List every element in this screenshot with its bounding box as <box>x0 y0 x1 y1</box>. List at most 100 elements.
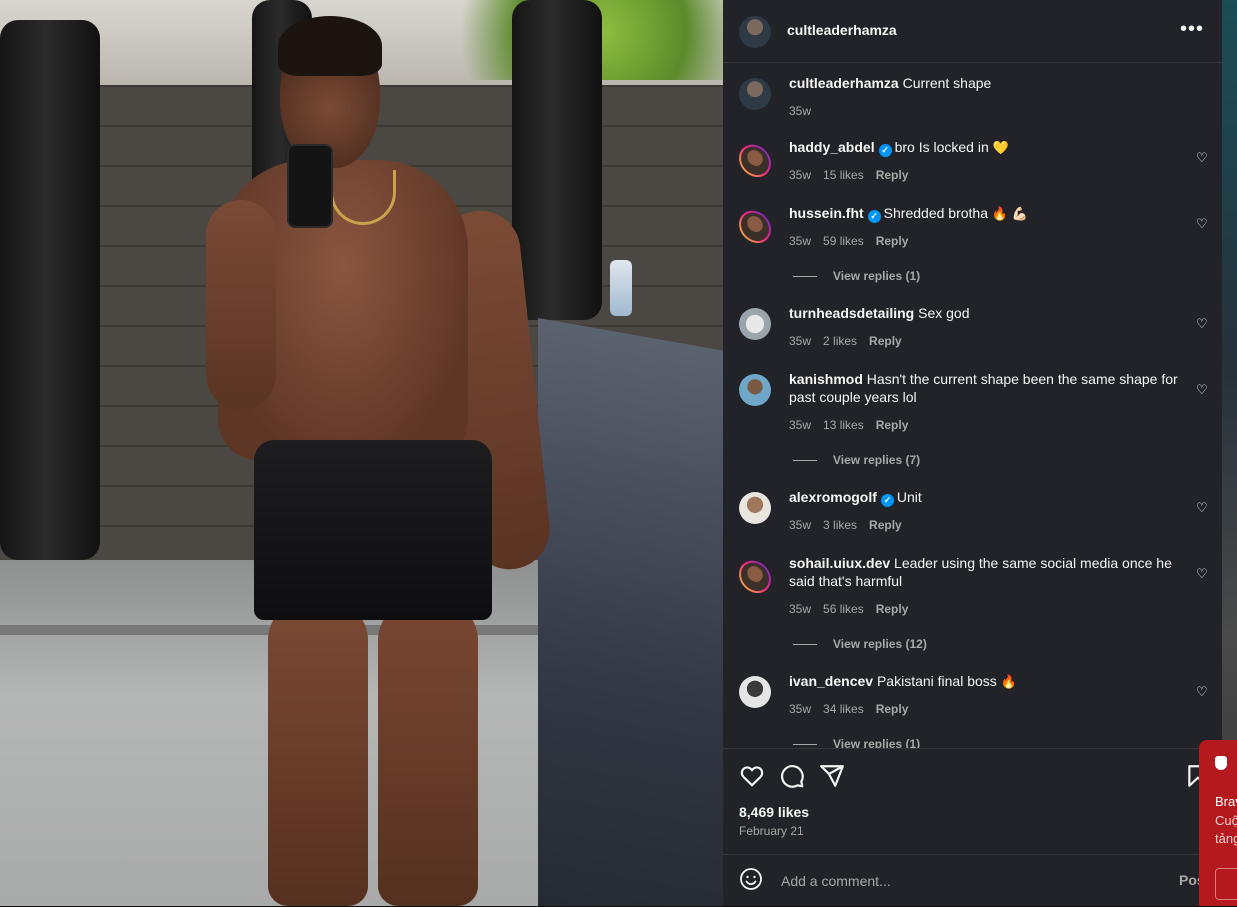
comment-text: bro Is locked in <box>894 139 989 155</box>
comment-composer: Pos <box>723 854 1222 907</box>
post-actions <box>723 748 1222 809</box>
like-heart-icon[interactable] <box>739 763 765 789</box>
comment-like-heart-icon[interactable]: ♡ <box>1196 685 1208 698</box>
popup-text: tảng <box>1215 831 1237 846</box>
post-sidebar: cultleaderhamza ••• cultleaderhamza Curr… <box>723 0 1222 906</box>
comment-body: hussein.fht ✓ Shredded brotha 🔥 💪🏻 <box>789 204 1179 223</box>
caption-username[interactable]: cultleaderhamza <box>789 75 899 91</box>
comment-text: Shredded brotha <box>883 205 988 221</box>
brave-notification-popup[interactable]: Brav Cuộ tảng <box>1199 740 1237 906</box>
comment-likes[interactable]: 15 likes <box>823 168 864 182</box>
comments-list[interactable]: cultleaderhamza Current shape 35w haddy_… <box>723 62 1222 748</box>
commenter-avatar[interactable] <box>739 676 771 708</box>
brave-lion-icon <box>1215 756 1227 770</box>
punching-bag <box>0 20 100 560</box>
person-shorts <box>254 440 492 620</box>
commenter-avatar[interactable] <box>739 492 771 524</box>
comment-time: 35w <box>789 602 812 616</box>
comment-like-heart-icon[interactable]: ♡ <box>1196 217 1208 230</box>
comment-time: 35w <box>789 234 812 248</box>
commenter-avatar[interactable] <box>739 208 771 246</box>
person-hair <box>278 16 382 76</box>
comment-meta: 35w 56 likes Reply <box>789 602 920 616</box>
popup-title: Brav <box>1215 794 1237 809</box>
verified-badge-icon: ✓ <box>867 210 881 223</box>
boxing-ring-apron <box>538 318 723 906</box>
commenter-avatar[interactable] <box>739 558 771 596</box>
comment-likes[interactable]: 59 likes <box>823 234 864 248</box>
reply-button[interactable]: Reply <box>876 234 909 248</box>
popup-button[interactable] <box>1215 868 1237 900</box>
comment-like-heart-icon[interactable]: ♡ <box>1196 501 1208 514</box>
emoji-smiley-icon[interactable] <box>739 867 763 891</box>
commenter-avatar[interactable] <box>739 374 771 406</box>
caption-body: cultleaderhamza Current shape <box>789 74 1179 92</box>
person-leg <box>268 600 368 906</box>
add-comment-input[interactable] <box>779 868 1163 894</box>
reply-button[interactable]: Reply <box>876 418 909 432</box>
comment-like-heart-icon[interactable]: ♡ <box>1196 567 1208 580</box>
comment-body: haddy_abdel ✓ bro Is locked in 💛 <box>789 138 1179 157</box>
comment-text: Sex god <box>918 305 970 321</box>
reply-button[interactable]: Reply <box>876 702 909 716</box>
reply-button[interactable]: Reply <box>876 168 909 182</box>
comment-username[interactable]: alexromogolf <box>789 489 877 505</box>
comment-body: alexromogolf ✓ Unit <box>789 488 1179 507</box>
author-username[interactable]: cultleaderhamza <box>787 22 897 38</box>
commenter-avatar[interactable] <box>739 308 771 340</box>
comment-emoji: 🔥 <box>1000 674 1017 689</box>
view-replies-button[interactable]: View replies (7) <box>793 453 920 467</box>
phone <box>287 144 333 228</box>
popup-text: Cuộ <box>1215 813 1237 828</box>
commenter-avatar[interactable] <box>739 142 771 180</box>
view-replies-button[interactable]: View replies (12) <box>793 637 927 651</box>
comment-likes[interactable]: 56 likes <box>823 602 864 616</box>
author-avatar[interactable] <box>739 78 771 110</box>
post-header: cultleaderhamza ••• <box>723 0 1222 63</box>
comment-username[interactable]: kanishmod <box>789 371 863 387</box>
comment-likes[interactable]: 34 likes <box>823 702 864 716</box>
comment-like-heart-icon[interactable]: ♡ <box>1196 317 1208 330</box>
more-horizontal-icon[interactable]: ••• <box>1180 18 1204 41</box>
comment-username[interactable]: sohail.uiux.dev <box>789 555 890 571</box>
water-bottle <box>610 260 632 316</box>
comment-username[interactable]: haddy_abdel <box>789 139 875 155</box>
likes-count[interactable]: 8,469 likes <box>739 804 809 820</box>
comment-body: ivan_dencev Pakistani final boss 🔥 <box>789 672 1179 691</box>
verified-badge-icon: ✓ <box>880 494 894 507</box>
reply-button[interactable]: Reply <box>869 518 902 532</box>
person-leg <box>378 600 478 906</box>
comment-meta: 35w 13 likes Reply <box>789 418 920 432</box>
reply-button[interactable]: Reply <box>869 334 902 348</box>
post-date: February 21 <box>739 824 804 838</box>
comment-likes[interactable]: 2 likes <box>823 334 857 348</box>
comment-meta: 35w 34 likes Reply <box>789 702 920 716</box>
comment-likes[interactable]: 13 likes <box>823 418 864 432</box>
comment-like-heart-icon[interactable]: ♡ <box>1196 383 1208 396</box>
comment-username[interactable]: hussein.fht <box>789 205 864 221</box>
view-replies-button[interactable]: View replies (1) <box>793 269 920 283</box>
comment-username[interactable]: ivan_dencev <box>789 673 873 689</box>
reply-button[interactable]: Reply <box>876 602 909 616</box>
author-avatar[interactable] <box>739 16 771 48</box>
comment-body: turnheadsdetailing Sex god <box>789 304 1179 322</box>
caption-time: 35w <box>789 104 812 118</box>
comment-time: 35w <box>789 418 812 432</box>
comment-meta: 35w 2 likes Reply <box>789 334 914 348</box>
comment-bubble-icon[interactable] <box>779 763 805 789</box>
punching-bag <box>512 0 602 320</box>
comment-body: kanishmod Hasn't the current shape been … <box>789 370 1179 406</box>
comment-username[interactable]: turnheadsdetailing <box>789 305 914 321</box>
comment-time: 35w <box>789 168 812 182</box>
comment-body: sohail.uiux.dev Leader using the same so… <box>789 554 1179 590</box>
comment-time: 35w <box>789 518 812 532</box>
comment-emoji: 🔥 💪🏻 <box>991 206 1028 221</box>
comment-like-heart-icon[interactable]: ♡ <box>1196 151 1208 164</box>
view-replies-button[interactable]: View replies (1) <box>793 737 920 748</box>
comment-likes[interactable]: 3 likes <box>823 518 857 532</box>
post-photo <box>0 0 723 906</box>
comment-time: 35w <box>789 702 812 716</box>
comment-meta: 35w 15 likes Reply <box>789 168 920 182</box>
comment-text: Pakistani final boss <box>876 673 997 689</box>
share-send-icon[interactable] <box>819 763 845 789</box>
